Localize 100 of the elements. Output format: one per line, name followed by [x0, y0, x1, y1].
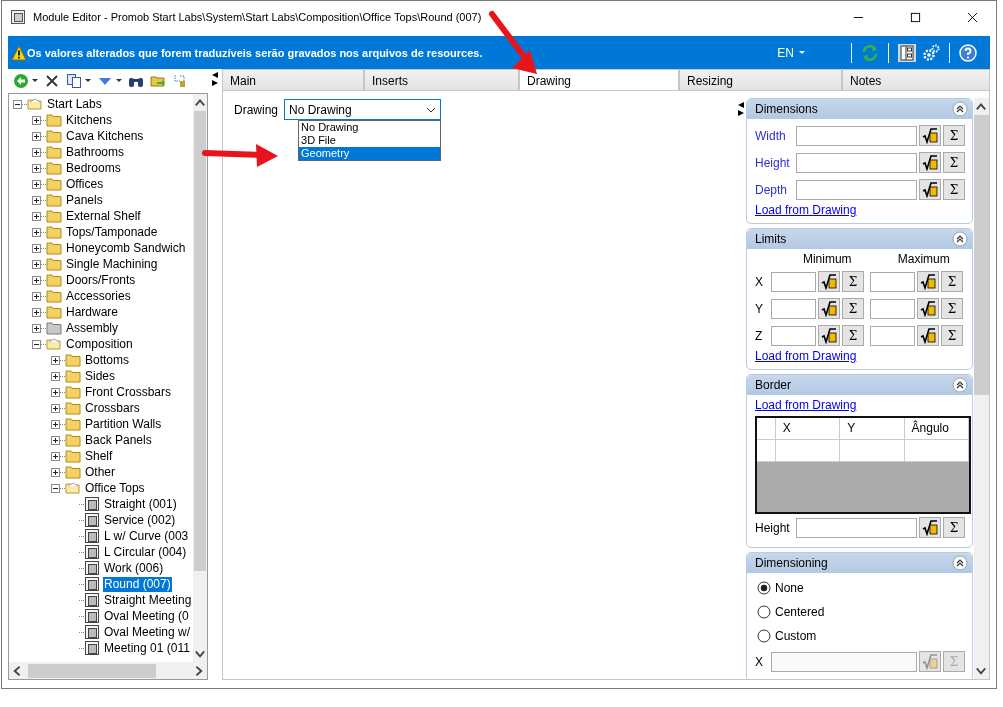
- sum-button[interactable]: Σ: [842, 298, 864, 319]
- tree-item[interactable]: Honeycomb Sandwich: [65, 240, 187, 256]
- expander-icon[interactable]: [51, 483, 60, 493]
- tab[interactable]: Resizing: [679, 69, 842, 90]
- expander-icon[interactable]: [32, 227, 41, 237]
- input-field[interactable]: [771, 325, 816, 346]
- tree-item[interactable]: Straight (001): [103, 496, 178, 512]
- expander-icon[interactable]: [32, 211, 41, 221]
- input-field[interactable]: [796, 125, 917, 146]
- load-from-drawing-link[interactable]: Load from Drawing: [755, 398, 857, 412]
- formula-button[interactable]: [919, 125, 941, 146]
- dropdown-option[interactable]: 3D File: [299, 134, 440, 147]
- sum-button[interactable]: Σ: [941, 298, 963, 319]
- tree-item[interactable]: Oval Meeting (0: [103, 608, 190, 624]
- tree-item[interactable]: Bedrooms: [65, 160, 122, 176]
- expander-icon[interactable]: [32, 243, 41, 253]
- tree-item[interactable]: Panels: [65, 192, 104, 208]
- folder-arrow-icon[interactable]: [150, 73, 166, 89]
- expander-icon[interactable]: [32, 115, 41, 125]
- tree-item[interactable]: Straight Meeting: [103, 592, 193, 608]
- formula-button[interactable]: [919, 152, 941, 173]
- radio-button[interactable]: [757, 629, 771, 643]
- tree-item[interactable]: Accessories: [65, 288, 132, 304]
- collapse-icon[interactable]: [952, 231, 968, 247]
- sum-button[interactable]: Σ: [943, 125, 965, 146]
- formula-button[interactable]: [919, 179, 941, 200]
- language-dropdown[interactable]: EN: [775, 45, 807, 60]
- sum-button[interactable]: Σ: [842, 325, 864, 346]
- scrollbar-thumb[interactable]: [28, 663, 156, 678]
- tree-item[interactable]: Crossbars: [84, 400, 141, 416]
- tree-item[interactable]: Bottoms: [84, 352, 130, 368]
- input-field[interactable]: [796, 152, 917, 173]
- expander-icon[interactable]: [32, 179, 41, 189]
- formula-button[interactable]: [917, 271, 939, 292]
- dropdown-option[interactable]: No Drawing: [299, 121, 440, 134]
- load-from-drawing-link[interactable]: Load from Drawing: [755, 203, 857, 217]
- caret-icon[interactable]: [32, 79, 38, 83]
- input-field[interactable]: [870, 298, 915, 319]
- expander-icon[interactable]: [32, 147, 41, 157]
- copy-icon[interactable]: [66, 73, 82, 89]
- tree-item[interactable]: Assembly: [65, 320, 119, 336]
- formula-button[interactable]: [919, 517, 941, 538]
- maximize-icon[interactable]: [910, 11, 921, 23]
- tree-item[interactable]: Tops/Tamponade: [65, 224, 159, 240]
- tree-item[interactable]: Shelf: [84, 448, 114, 464]
- expander-icon[interactable]: [51, 355, 60, 365]
- tree-item[interactable]: Oval Meeting w/: [103, 624, 192, 640]
- load-from-drawing-link[interactable]: Load from Drawing: [755, 349, 857, 363]
- radio-button[interactable]: [757, 581, 771, 595]
- expander-icon[interactable]: [13, 99, 22, 109]
- dropdown-option[interactable]: Geometry: [299, 147, 440, 160]
- splitter-arrows-icon[interactable]: [737, 101, 745, 117]
- delete-icon[interactable]: [44, 73, 60, 89]
- sum-button[interactable]: Σ: [943, 152, 965, 173]
- tree-item[interactable]: External Shelf: [65, 208, 142, 224]
- scrollbar-thumb[interactable]: [194, 111, 206, 571]
- expander-icon[interactable]: [32, 339, 41, 349]
- tree-item[interactable]: Other: [84, 464, 116, 480]
- tree-item[interactable]: Bathrooms: [65, 144, 126, 160]
- formula-button[interactable]: [818, 271, 840, 292]
- expander-icon[interactable]: [51, 371, 60, 381]
- tree-item[interactable]: Sides: [84, 368, 117, 384]
- expander-icon[interactable]: [51, 435, 60, 445]
- expander-icon[interactable]: [51, 451, 60, 461]
- sum-button[interactable]: Σ: [842, 271, 864, 292]
- close-icon[interactable]: [967, 11, 978, 23]
- expander-icon[interactable]: [51, 403, 60, 413]
- tree-item[interactable]: L w/ Curve (003: [103, 528, 190, 544]
- expander-icon[interactable]: [32, 291, 41, 301]
- caret-icon[interactable]: [426, 106, 436, 113]
- tree-item[interactable]: Front Crossbars: [84, 384, 173, 400]
- collapse-icon[interactable]: [952, 101, 968, 117]
- collapse-icon[interactable]: [952, 555, 968, 571]
- input-field[interactable]: [771, 298, 816, 319]
- tab[interactable]: Main: [222, 69, 364, 90]
- input-field[interactable]: [870, 271, 915, 292]
- input-field[interactable]: [771, 271, 816, 292]
- collapse-icon[interactable]: [952, 377, 968, 393]
- tree-item[interactable]: Composition: [65, 336, 134, 352]
- settings-icon[interactable]: [922, 43, 940, 62]
- expander-icon[interactable]: [32, 323, 41, 333]
- tree-item[interactable]: Round (007): [103, 576, 172, 592]
- caret-icon[interactable]: [85, 79, 91, 83]
- tree-item[interactable]: Service (002): [103, 512, 177, 528]
- splitter-arrows-icon[interactable]: [211, 71, 219, 87]
- tree-item[interactable]: Offices: [65, 176, 105, 192]
- tree-item[interactable]: Kitchens: [65, 112, 114, 128]
- sum-button[interactable]: Σ: [943, 517, 965, 538]
- radio-button[interactable]: [757, 605, 771, 619]
- expander-icon[interactable]: [32, 307, 41, 317]
- tree-item[interactable]: Cava Kitchens: [65, 128, 145, 144]
- panel-layout-icon[interactable]: [898, 43, 916, 62]
- tab[interactable]: Inserts: [364, 69, 519, 90]
- sum-button[interactable]: Σ: [941, 271, 963, 292]
- tree-item[interactable]: Office Tops: [84, 480, 146, 496]
- tree-item[interactable]: Start Labs: [46, 96, 103, 112]
- caret-icon[interactable]: [116, 79, 122, 83]
- formula-button[interactable]: [818, 325, 840, 346]
- formula-button[interactable]: [917, 325, 939, 346]
- expander-icon[interactable]: [51, 467, 60, 477]
